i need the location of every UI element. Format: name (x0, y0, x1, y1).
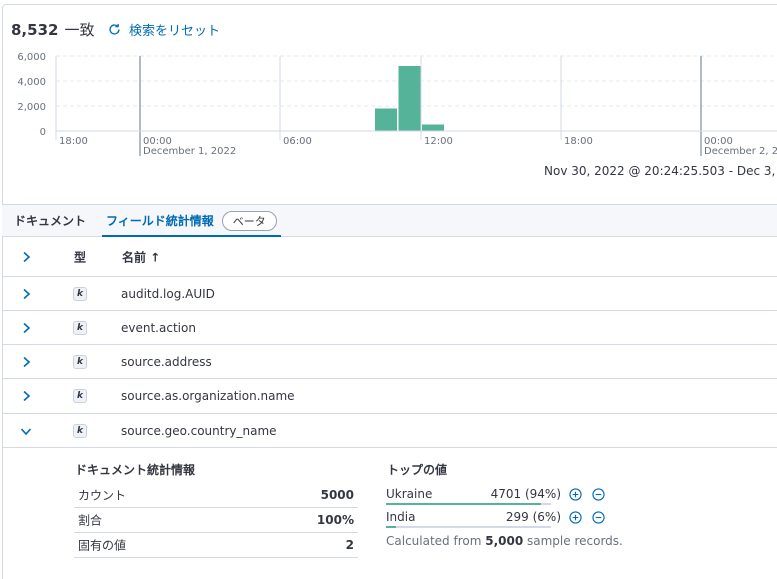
stat-value: 100% (316, 513, 354, 527)
y-tick-label: 4,000 (17, 77, 46, 88)
top-value-count: 299 (6%) (505, 510, 561, 524)
top-value-label: Ukraine (386, 487, 433, 501)
top-value-bar-fill (386, 526, 396, 528)
field-name: auditd.log.AUID (121, 286, 215, 301)
chevron-right-icon[interactable] (19, 389, 33, 403)
table-row[interactable]: k event.action (2, 311, 777, 345)
x-tick-label: 12:00 (424, 136, 453, 147)
histogram-bar[interactable] (422, 124, 444, 132)
tab-field-statistics-label: フィールド統計情報 (106, 214, 214, 228)
top-value-bar (386, 503, 551, 505)
top-value-row: India 299 (6%) (386, 508, 616, 530)
stat-row-count: カウント 5000 (74, 483, 358, 508)
chevron-right-icon[interactable] (19, 355, 33, 369)
chevron-right-icon[interactable] (19, 321, 33, 335)
refresh-icon (109, 23, 120, 35)
sample-note: Calculated from 5,000 sample records. (386, 534, 623, 548)
tab-documents[interactable]: ドキュメント (14, 205, 86, 236)
stat-value: 2 (345, 538, 354, 552)
top-value-label: India (386, 510, 416, 524)
beta-badge: ベータ (221, 210, 277, 231)
stat-value: 5000 (320, 488, 354, 502)
y-tick-label: 2,000 (17, 102, 46, 113)
keyword-type-icon: k (73, 354, 87, 369)
reset-search-button[interactable]: 検索をリセット (108, 20, 220, 39)
keyword-type-icon: k (73, 423, 87, 438)
tab-field-statistics[interactable]: フィールド統計情報 ベータ (102, 205, 281, 237)
field-name: source.as.organization.name (121, 389, 295, 403)
filter-for-value-icon[interactable] (569, 488, 582, 501)
histogram-bar[interactable] (375, 108, 397, 132)
view-tabs: ドキュメント フィールド統計情報 ベータ (2, 205, 777, 237)
sample-suffix: sample records. (523, 534, 623, 548)
table-row[interactable]: k source.as.organization.name (2, 379, 777, 414)
table-header: 型 名前 ↑ (2, 237, 777, 277)
column-header-type: 型 (74, 250, 87, 264)
filter-out-value-icon[interactable] (592, 488, 605, 501)
field-name: event.action (121, 320, 196, 335)
top-values-title: トップの値 (387, 463, 448, 477)
x-tick-label: 18:00 (564, 136, 593, 147)
y-tick-label: 0 (40, 127, 46, 138)
hit-count-label: 一致 (64, 21, 95, 39)
sample-prefix: Calculated from (386, 534, 486, 548)
table-row[interactable]: k source.address (2, 345, 777, 379)
filter-for-value-icon[interactable] (569, 511, 582, 524)
field-name: source.geo.country_name (121, 423, 277, 438)
table-row-expanded[interactable]: k source.geo.country_name (2, 414, 777, 448)
stat-row-percentage: 割合 100% (74, 508, 358, 533)
table-row[interactable]: k auditd.log.AUID (2, 277, 777, 311)
x-tick-label: 18:00 (59, 136, 88, 147)
keyword-type-icon: k (73, 286, 87, 301)
filter-out-value-icon[interactable] (592, 511, 605, 524)
keyword-type-icon: k (73, 389, 87, 403)
stat-label: カウント (78, 488, 127, 503)
hit-count: 8,532 一致 (11, 19, 94, 40)
histogram-bar[interactable] (398, 66, 421, 131)
column-header-name[interactable]: 名前 ↑ (122, 248, 160, 265)
x-tick-sublabel: December 2, 20 (704, 146, 777, 157)
chevron-right-icon[interactable] (19, 287, 33, 301)
stat-label: 固有の値 (78, 538, 127, 553)
hit-count-value: 8,532 (11, 20, 59, 39)
top-value-row: Ukraine 4701 (94%) (386, 485, 616, 507)
reset-search-label: 検索をリセット (129, 24, 221, 39)
y-tick-label: 6,000 (17, 52, 46, 63)
time-range: Nov 30, 2022 @ 20:24:25.503 - Dec 3, 20 (544, 164, 777, 178)
document-stats-title: ドキュメント統計情報 (75, 463, 196, 477)
expand-all-chevron-icon[interactable] (19, 250, 33, 264)
sample-count: 5,000 (485, 534, 524, 548)
keyword-type-icon: k (73, 320, 87, 335)
histogram-chart[interactable]: 6,0004,0002,000018:00 00:00December 1, 20… (0, 44, 777, 164)
stat-label: 割合 (78, 513, 103, 528)
x-tick-sublabel: December 1, 2022 (143, 146, 236, 157)
stat-row-distinct: 固有の値 2 (74, 533, 358, 558)
top-value-bar (386, 526, 551, 528)
top-value-bar-fill (386, 503, 542, 505)
chevron-down-icon[interactable] (19, 424, 33, 438)
field-name: source.address (121, 354, 212, 369)
top-value-count: 4701 (94%) (490, 487, 561, 501)
x-tick-label: 06:00 (283, 136, 312, 147)
